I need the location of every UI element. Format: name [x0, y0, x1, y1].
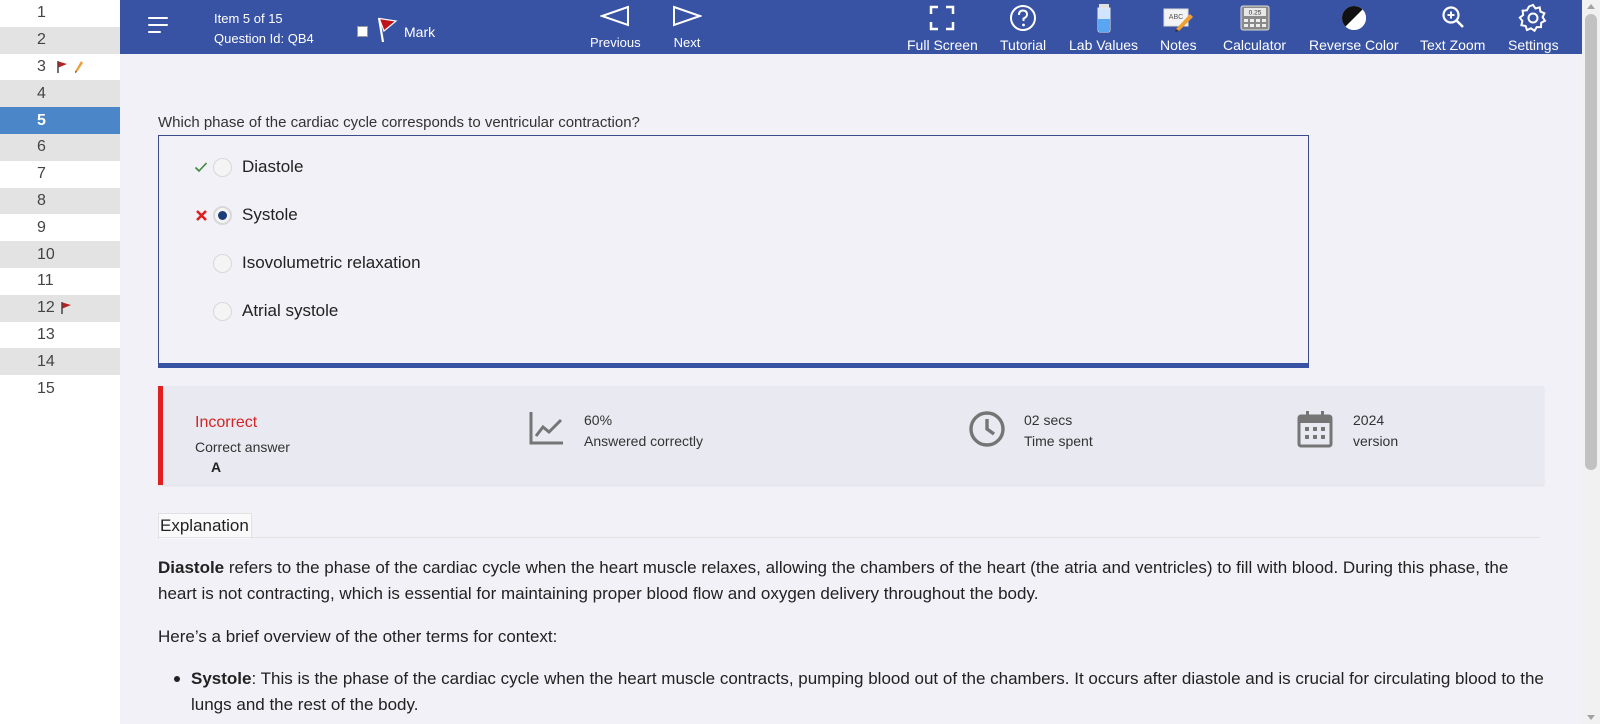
version-stat: 2024 version — [1297, 410, 1398, 452]
question-circle-icon — [1009, 3, 1037, 33]
lab-flask-icon — [1093, 3, 1115, 33]
sidebar-item-10[interactable]: 10 — [0, 241, 120, 268]
flag-icon — [57, 60, 68, 74]
answer-choices: Diastole Systole Isovolumetric relaxatio… — [158, 135, 1309, 368]
full-screen-button[interactable]: Full Screen — [907, 3, 978, 53]
term-systole: Systole — [191, 669, 252, 688]
svg-text:0.25: 0.25 — [1248, 10, 1261, 17]
tutorial-button[interactable]: Tutorial — [1000, 3, 1046, 53]
svg-text:ABC: ABC — [1169, 14, 1183, 21]
fullscreen-icon — [929, 3, 955, 33]
explanation-paragraph-1: Diastole refers to the phase of the card… — [158, 558, 1509, 603]
explanation-title: Explanation — [158, 513, 252, 539]
item-info: Item 5 of 15 Question Id: QB4 — [214, 9, 314, 49]
item-position: Item 5 of 15 — [214, 11, 283, 26]
answer-label: Diastole — [242, 157, 304, 176]
percent-label: Answered correctly — [584, 433, 704, 449]
flag-icon — [376, 16, 398, 47]
answer-radio[interactable] — [213, 205, 232, 225]
mark-control[interactable]: Mark — [357, 16, 435, 47]
notes-button[interactable]: ABC Notes — [1160, 3, 1197, 53]
answer-radio[interactable] — [213, 157, 232, 177]
previous-button[interactable]: Previous — [590, 5, 641, 50]
answer-radio[interactable] — [213, 301, 232, 321]
previous-arrow-icon — [599, 5, 630, 30]
line-chart-icon — [528, 410, 568, 450]
sidebar-item-15[interactable]: 15 — [0, 375, 120, 402]
sidebar-item-7[interactable]: 7 — [0, 161, 120, 188]
hamburger-menu-icon[interactable] — [148, 17, 170, 35]
calculator-button[interactable]: 0.25 Calculator — [1223, 3, 1286, 53]
time-label: Time spent — [1024, 433, 1093, 449]
answer-radio[interactable] — [213, 253, 232, 273]
vertical-scrollbar[interactable] — [1582, 0, 1600, 724]
scroll-up-arrow-icon[interactable] — [1587, 4, 1595, 9]
cross-icon — [193, 209, 209, 222]
sidebar-item-12[interactable]: 12 — [0, 294, 120, 322]
explanation-divider — [158, 537, 1540, 538]
sidebar-item-9[interactable]: 9 — [0, 214, 120, 241]
text-zoom-button[interactable]: Text Zoom — [1420, 3, 1485, 53]
next-button[interactable]: Next — [672, 5, 704, 50]
gear-icon — [1518, 3, 1548, 33]
answer-label: Systole — [242, 205, 298, 224]
contrast-icon — [1341, 3, 1367, 33]
pencil-icon — [74, 60, 84, 74]
answer-label: Isovolumetric relaxation — [242, 253, 421, 272]
explanation-bullet-systole: Systole: This is the phase of the cardia… — [191, 669, 1544, 714]
reverse-color-button[interactable]: Reverse Color — [1309, 3, 1398, 53]
sidebar-item-8[interactable]: 8 — [0, 187, 120, 215]
result-status: Incorrect — [195, 414, 258, 431]
question-id: Question Id: QB4 — [214, 31, 314, 46]
answer-option-b[interactable]: Systole — [159, 200, 298, 230]
sidebar-item-4[interactable]: 4 — [0, 80, 120, 108]
sidebar-item-3[interactable]: 3 — [0, 54, 120, 81]
mark-label: Mark — [404, 23, 436, 40]
settings-button[interactable]: Settings — [1508, 3, 1559, 53]
time-value: 02 secs — [1024, 412, 1073, 428]
question-text: Which phase of the cardiac cycle corresp… — [158, 114, 640, 131]
zoom-in-icon — [1441, 3, 1465, 33]
correct-answer-label: Correct answer — [195, 439, 290, 455]
answer-label: Atrial systole — [242, 301, 339, 320]
answer-option-c[interactable]: Isovolumetric relaxation — [159, 248, 421, 278]
sidebar-item-6[interactable]: 6 — [0, 133, 120, 161]
sidebar-item-1[interactable]: 1 — [0, 0, 120, 27]
percent-correct-stat: 60% Answered correctly — [528, 410, 703, 452]
answer-option-d[interactable]: Atrial systole — [159, 296, 338, 326]
percent-value: 60% — [584, 412, 613, 428]
check-icon — [193, 161, 209, 173]
calendar-icon — [1297, 410, 1337, 450]
term-diastole: Diastole — [158, 558, 225, 577]
sidebar-item-14[interactable]: 14 — [0, 348, 120, 376]
correct-answer-value: A — [211, 459, 222, 475]
flag-icon — [61, 301, 72, 315]
explanation-paragraph-2: Here’s a brief overview of the other ter… — [158, 627, 558, 646]
answer-option-a[interactable]: Diastole — [159, 152, 303, 182]
top-toolbar: Item 5 of 15 Question Id: QB4 Mark Previ… — [120, 0, 1582, 54]
scrollbar-thumb[interactable] — [1585, 14, 1597, 470]
calculator-icon: 0.25 — [1240, 3, 1270, 33]
clock-icon — [968, 410, 1008, 450]
result-panel: Incorrect Correct answer A 60% Answered … — [158, 386, 1544, 485]
scroll-down-arrow-icon[interactable] — [1587, 715, 1595, 720]
mark-checkbox[interactable] — [357, 26, 368, 37]
version-year: 2024 — [1353, 412, 1385, 428]
bullet-icon — [174, 676, 180, 682]
lab-values-button[interactable]: Lab Values — [1069, 3, 1138, 53]
next-arrow-icon — [672, 5, 704, 30]
notes-icon: ABC — [1162, 3, 1194, 33]
sidebar-item-5[interactable]: 5 — [0, 107, 120, 134]
time-spent-stat: 02 secs Time spent — [968, 410, 1093, 452]
sidebar-item-13[interactable]: 13 — [0, 322, 120, 349]
question-list-sidebar: 1 2 3 4 5 6 7 8 9 10 11 12 13 14 15 — [0, 0, 120, 724]
sidebar-item-11[interactable]: 11 — [0, 268, 120, 295]
sidebar-item-2[interactable]: 2 — [0, 26, 120, 54]
version-label: version — [1353, 433, 1399, 449]
